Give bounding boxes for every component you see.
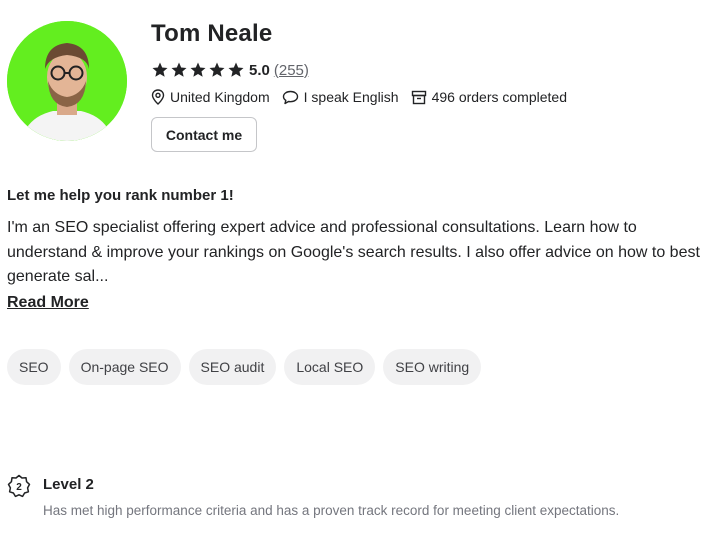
- language: I speak English: [282, 89, 399, 105]
- star-icon: [228, 62, 244, 77]
- rating-count-link[interactable]: (255): [274, 62, 309, 79]
- contact-me-button[interactable]: Contact me: [151, 117, 257, 152]
- avatar-photo: [7, 21, 127, 141]
- about-bio: I'm an SEO specialist offering expert ad…: [7, 219, 700, 285]
- skills-list: SEO On-page SEO SEO audit Local SEO SEO …: [7, 349, 482, 385]
- speech-bubble-icon: [282, 90, 298, 104]
- level-badge-number: 2: [16, 482, 22, 493]
- star-icon: [209, 62, 225, 77]
- skill-tag[interactable]: SEO writing: [383, 349, 482, 385]
- orders: 496 orders completed: [411, 89, 567, 105]
- star-icon: [152, 62, 168, 77]
- location-text: United Kingdom: [170, 89, 270, 105]
- language-text: I speak English: [303, 89, 399, 105]
- profile-name: Tom Neale: [151, 20, 273, 47]
- avatar[interactable]: [7, 21, 127, 141]
- orders-text: 496 orders completed: [431, 89, 567, 105]
- star-icon: [190, 62, 206, 77]
- profile-meta: United Kingdom I speak English 496 order…: [151, 89, 579, 105]
- star-icon: [171, 62, 187, 77]
- skill-tag[interactable]: SEO: [7, 349, 61, 385]
- location: United Kingdom: [151, 89, 270, 105]
- rating-stars: [151, 61, 245, 79]
- level-title: Level 2: [43, 476, 94, 493]
- skill-tag[interactable]: On-page SEO: [68, 349, 181, 385]
- rating-value: 5.0: [249, 61, 270, 79]
- box-icon: [411, 90, 426, 104]
- rating: 5.0 (255): [151, 60, 309, 80]
- level-badge-icon: 2: [7, 474, 31, 498]
- level-description: Has met high performance criteria and ha…: [43, 503, 620, 518]
- about-headline: Let me help you rank number 1!: [7, 187, 234, 204]
- skill-tag[interactable]: Local SEO: [284, 349, 376, 385]
- skill-tag[interactable]: SEO audit: [188, 349, 277, 385]
- location-pin-icon: [151, 89, 165, 105]
- read-more-link[interactable]: Read More: [7, 294, 89, 312]
